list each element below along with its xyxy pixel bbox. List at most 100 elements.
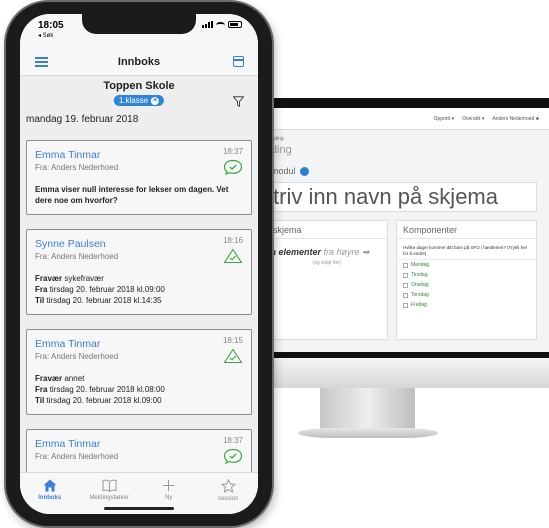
page-title: ilding [266, 144, 292, 156]
filter-icon[interactable] [233, 96, 244, 107]
drop-subtext: (og slipp her) [312, 260, 342, 266]
tab-label: session [218, 496, 239, 502]
wifi-icon [216, 21, 225, 28]
phone-notch [82, 14, 196, 34]
message-from: Fra: Anders Nederhoed [35, 452, 119, 461]
message-feed: Emma Tinmar Fra: Anders Nederhoed 18:37 … [26, 140, 252, 491]
modul-label: amodul [254, 156, 549, 176]
message-sender: Emma Tinmar [35, 338, 101, 350]
battery-icon [228, 21, 242, 28]
message-card[interactable]: Emma Tinmar Fra: Anders Nederhoed 18:37 … [26, 140, 252, 215]
from-label: Fra [35, 285, 48, 294]
back-to-search-link[interactable]: ◂ Søk [38, 32, 53, 39]
component-option[interactable]: Torsdag [397, 290, 536, 300]
absence-to-line: Til tirsdag 20. februar 2018 kl.09:00 [35, 395, 243, 406]
breadcrumb[interactable]: melding [254, 130, 549, 142]
absence-label: Fravær [35, 374, 63, 383]
book-icon [102, 479, 117, 492]
monitor-chin [244, 358, 549, 388]
navbar: Innboks [20, 48, 258, 76]
checkbox[interactable] [403, 272, 408, 278]
component-option[interactable]: Onsdag [397, 280, 536, 290]
from-date: tirsdag 20. februar 2018 kl.08:00 [49, 385, 165, 394]
home-indicator[interactable] [104, 507, 174, 510]
absence-from-line: Fra tirsdag 20. februar 2018 kl.08:00 [35, 384, 243, 395]
plus-icon [163, 480, 175, 491]
option-label: Onsdag [411, 282, 429, 288]
checkbox[interactable] [403, 292, 408, 298]
message-card[interactable]: Synne Paulsen Fra: Anders Nederhoed 18:1… [26, 229, 252, 315]
read-check-icon [223, 159, 243, 175]
message-time: 18:37 [222, 436, 243, 445]
absence-warning-icon [223, 248, 243, 264]
message-card[interactable]: Emma Tinmar Fra: Anders Nederhoed 18:37 [26, 429, 252, 477]
to-date: tirsdag 20. februar 2018 kl.14:35 [46, 296, 162, 305]
topbar-item-create[interactable]: Opprett ▾ [434, 116, 455, 122]
message-time: 18:16 [222, 236, 243, 245]
monitor-base [298, 428, 438, 438]
message-sender: Synne Paulsen [35, 238, 106, 250]
page-title: Innboks [117, 56, 161, 68]
absence-type: annet [64, 374, 85, 383]
desktop-monitor: Opprett ▾ Oversikt ▾ Anders Nederhoed ♣ … [244, 98, 549, 360]
checkbox[interactable] [403, 282, 408, 288]
message-from: Fra: Anders Nederhoed [35, 163, 119, 172]
option-label: Torsdag [411, 292, 429, 298]
component-option[interactable]: Tirsdag [397, 270, 536, 280]
star-icon [220, 479, 236, 493]
status-time: 18:05 [38, 20, 64, 31]
message-card[interactable]: Emma Tinmar Fra: Anders Nederhoed 18:15 … [26, 329, 252, 415]
topbar-item-user[interactable]: Anders Nederhoed ♣ [492, 116, 539, 122]
read-check-icon [223, 448, 243, 464]
phone-frame: 18:05 ◂ Søk Innboks Toppen Skole 1.klass… [6, 2, 272, 526]
monitor-topbar: Opprett ▾ Oversikt ▾ Anders Nederhoed ♣ [254, 108, 549, 130]
to-date: tirsdag 20. februar 2018 kl.09:00 [46, 396, 162, 405]
from-date: tirsdag 20. februar 2018 kl.09:00 [49, 285, 165, 294]
message-from: Fra: Anders Nederhoed [35, 252, 119, 261]
phone-screen: 18:05 ◂ Søk Innboks Toppen Skole 1.klass… [20, 14, 258, 514]
message-sender: Emma Tinmar [35, 149, 101, 161]
tab-innboks[interactable]: Innboks [20, 473, 80, 514]
monitor-stand [320, 388, 415, 430]
checkbox[interactable] [403, 302, 408, 308]
component-option[interactable]: Mandag [397, 260, 536, 270]
component-question[interactable]: Hvilke dager kommer ditt barn på SFO i h… [397, 239, 536, 260]
topbar-item-overview[interactable]: Oversikt ▾ [462, 116, 484, 122]
absence-type-line: Fravær sykefravær [35, 273, 243, 284]
option-label: Tirsdag [411, 272, 428, 278]
components-title: Komponenter [397, 221, 536, 239]
monitor-screen: Opprett ▾ Oversikt ▾ Anders Nederhoed ♣ … [254, 108, 549, 352]
school-name: Toppen Skole [103, 80, 175, 92]
absence-to-line: Til tirsdag 20. februar 2018 kl.14:35 [35, 295, 243, 306]
message-time: 18:37 [222, 147, 243, 156]
message-sender: Emma Tinmar [35, 438, 101, 450]
component-option[interactable]: Fredag [397, 300, 536, 310]
form-name-input[interactable]: triv inn navn på skjema [266, 182, 537, 212]
to-label: Til [35, 396, 45, 405]
signal-icon [202, 21, 213, 28]
to-label: Til [35, 296, 45, 305]
class-chip-label: 1.klasse [118, 96, 149, 105]
option-label: Mandag [411, 262, 430, 268]
calendar-icon[interactable] [233, 56, 244, 67]
tab-label: Meldingsbøker [89, 495, 129, 501]
absence-details: Fravær sykefravær Fra tirsdag 20. februa… [35, 273, 243, 306]
from-label: Fra [35, 385, 48, 394]
form-column-title: skjema [267, 221, 387, 239]
absence-details: Fravær annet Fra tirsdag 20. februar 201… [35, 373, 243, 406]
drop-instruction-light: fra høyre ➡ [323, 247, 370, 257]
form-builder-columns: skjema a elementer fra høyre ➡ (og slipp… [254, 212, 549, 340]
absence-type-line: Fravær annet [35, 373, 243, 384]
class-filter-chip[interactable]: 1.klasse × [113, 95, 165, 106]
form-drop-zone[interactable]: skjema a elementer fra høyre ➡ (og slipp… [266, 220, 388, 340]
tab-label: Ny [165, 495, 173, 501]
absence-type: sykefravær [64, 274, 104, 283]
date-heading: mandag 19. februar 2018 [26, 114, 139, 125]
home-icon [43, 479, 57, 492]
drop-instruction: a elementer fra høyre ➡ [267, 239, 387, 258]
checkbox[interactable] [403, 262, 408, 268]
remove-filter-icon[interactable]: × [151, 96, 160, 105]
tab-session[interactable]: session [199, 473, 259, 514]
message-from: Fra: Anders Nederhoed [35, 352, 119, 361]
info-icon[interactable] [299, 166, 309, 176]
